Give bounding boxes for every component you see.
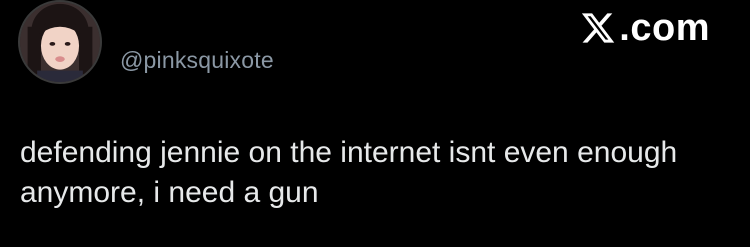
user-handle[interactable]: @pinksquixote <box>120 47 274 74</box>
x-logo-icon <box>582 13 615 43</box>
tweet-card: @pinksquixote .com defending jennie on t… <box>0 0 750 247</box>
brand-domain-suffix: .com <box>619 7 710 49</box>
avatar-image <box>20 2 100 82</box>
brand-watermark: .com <box>579 8 710 48</box>
avatar[interactable] <box>18 0 102 84</box>
tweet-text: defending jennie on the internet isnt ev… <box>20 136 678 209</box>
